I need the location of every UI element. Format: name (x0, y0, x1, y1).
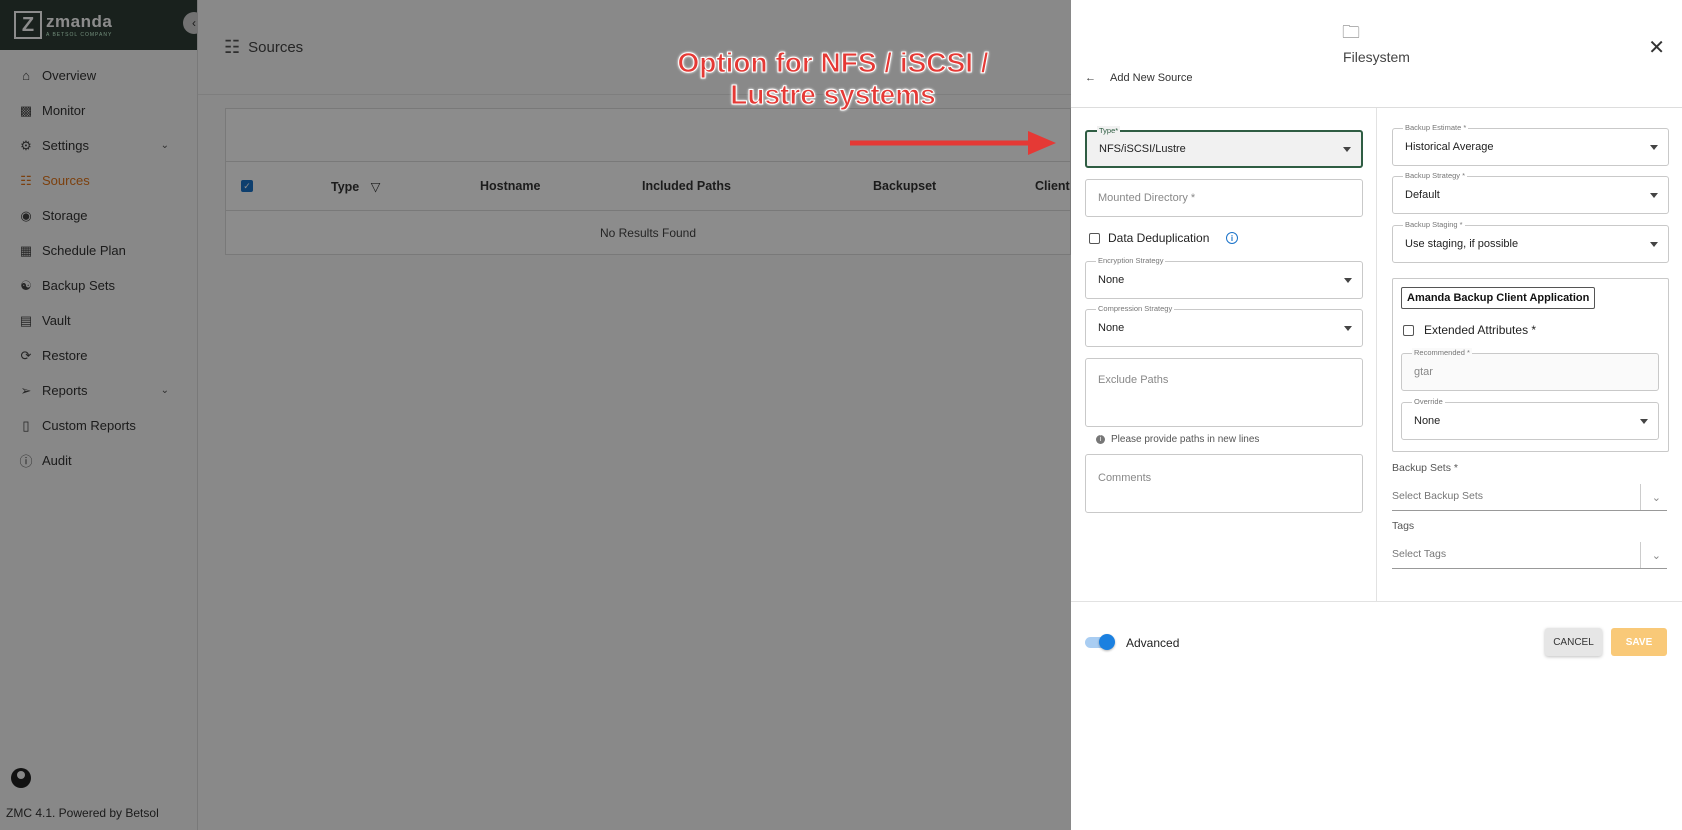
recommended-label: Recommended * (1412, 348, 1472, 357)
cancel-button[interactable]: CANCEL (1545, 628, 1602, 656)
annotation-callout: Option for NFS / iSCSI / Lustre systems (668, 47, 998, 111)
mounted-directory-input[interactable]: Mounted Directory * (1085, 179, 1363, 217)
back-label: Add New Source (1110, 72, 1193, 84)
advanced-toggle[interactable] (1085, 634, 1115, 650)
caret-down-icon (1640, 419, 1648, 424)
exclude-hint: i Please provide paths in new lines (1096, 434, 1259, 445)
client-application-group: Amanda Backup Client Application Extende… (1392, 278, 1669, 452)
encryption-strategy-select[interactable]: Encryption Strategy None (1085, 256, 1363, 299)
info-icon[interactable]: i (1226, 232, 1238, 244)
chevron-down-icon: ⌄ (1651, 550, 1661, 562)
extended-attributes-label: Extended Attributes * (1424, 323, 1537, 337)
column-divider (1376, 108, 1377, 601)
caret-down-icon (1650, 193, 1658, 198)
data-dedup-checkbox[interactable] (1089, 233, 1100, 244)
select-separator (1640, 484, 1641, 510)
backup-strategy-select[interactable]: Backup Strategy * Default (1392, 171, 1669, 214)
recommended-value: gtar (1414, 366, 1433, 378)
tags-select[interactable]: Tags Select Tags ⌄ (1392, 520, 1667, 569)
backup-estimate-select[interactable]: Backup Estimate * Historical Average (1392, 123, 1669, 166)
select-separator (1640, 542, 1641, 568)
back-arrow-icon: ← (1085, 72, 1096, 84)
toggle-knob (1099, 634, 1115, 650)
backup-estimate-label: Backup Estimate * (1403, 123, 1469, 132)
annotation-arrow-icon (850, 131, 1056, 155)
chevron-down-icon: ⌄ (1651, 492, 1661, 504)
encryption-value: None (1098, 274, 1125, 286)
annotation-line-1: Option for NFS / iSCSI / (677, 47, 989, 79)
type-select[interactable]: Type* NFS/iSCSI/Lustre (1085, 126, 1363, 168)
caret-down-icon (1650, 242, 1658, 247)
footer-divider (1071, 601, 1682, 602)
compression-strategy-select[interactable]: Compression Strategy None (1085, 304, 1363, 347)
exclude-paths-placeholder: Exclude Paths (1098, 374, 1169, 386)
override-select[interactable]: Override None (1401, 397, 1659, 440)
override-label: Override (1412, 397, 1445, 406)
tags-placeholder: Select Tags (1392, 548, 1447, 560)
annotation-line-2: Lustre systems (730, 79, 936, 111)
exclude-paths-textarea[interactable]: Exclude Paths (1085, 358, 1363, 427)
backup-estimate-value: Historical Average (1405, 141, 1494, 153)
backup-strategy-label: Backup Strategy * (1403, 171, 1468, 180)
info-icon: i (1096, 434, 1105, 444)
close-icon[interactable]: ✕ (1648, 35, 1665, 60)
recommended-field: Recommended * gtar (1401, 348, 1659, 391)
drawer-title: Filesystem (1343, 49, 1410, 65)
compression-value: None (1098, 322, 1125, 334)
type-value: NFS/iSCSI/Lustre (1099, 143, 1186, 155)
caret-down-icon (1650, 145, 1658, 150)
comments-placeholder: Comments (1098, 472, 1152, 484)
back-link[interactable]: ← Add New Source (1085, 72, 1193, 84)
backup-staging-label: Backup Staging * (1403, 220, 1465, 229)
comments-textarea[interactable]: Comments (1085, 454, 1363, 513)
caret-down-icon (1343, 147, 1351, 152)
save-button[interactable]: SAVE (1611, 628, 1667, 656)
backup-staging-select[interactable]: Backup Staging * Use staging, if possibl… (1392, 220, 1669, 263)
compression-label: Compression Strategy (1096, 304, 1175, 313)
folder-icon: 🗀 (1342, 22, 1360, 42)
caret-down-icon (1344, 326, 1352, 331)
backup-sets-label: Backup Sets * (1392, 462, 1458, 474)
client-application-tab[interactable]: Amanda Backup Client Application (1401, 287, 1596, 309)
type-label: Type* (1097, 126, 1121, 135)
data-dedup-label: Data Deduplication (1108, 231, 1210, 245)
backup-sets-select[interactable]: Backup Sets * Select Backup Sets ⌄ (1392, 462, 1667, 511)
backup-sets-placeholder: Select Backup Sets (1392, 490, 1484, 502)
backup-strategy-value: Default (1405, 189, 1440, 201)
advanced-label: Advanced (1126, 636, 1180, 650)
extended-attributes-checkbox[interactable] (1403, 325, 1414, 336)
add-source-drawer: 🗀 Filesystem ✕ ← Add New Source Type* NFS… (1071, 0, 1682, 830)
tags-label: Tags (1392, 520, 1415, 532)
backup-staging-value: Use staging, if possible (1405, 238, 1519, 250)
encryption-label: Encryption Strategy (1096, 256, 1166, 265)
modal-backdrop[interactable] (0, 0, 1071, 830)
caret-down-icon (1344, 278, 1352, 283)
mounted-directory-placeholder: Mounted Directory * (1098, 192, 1196, 204)
override-value: None (1414, 415, 1441, 427)
